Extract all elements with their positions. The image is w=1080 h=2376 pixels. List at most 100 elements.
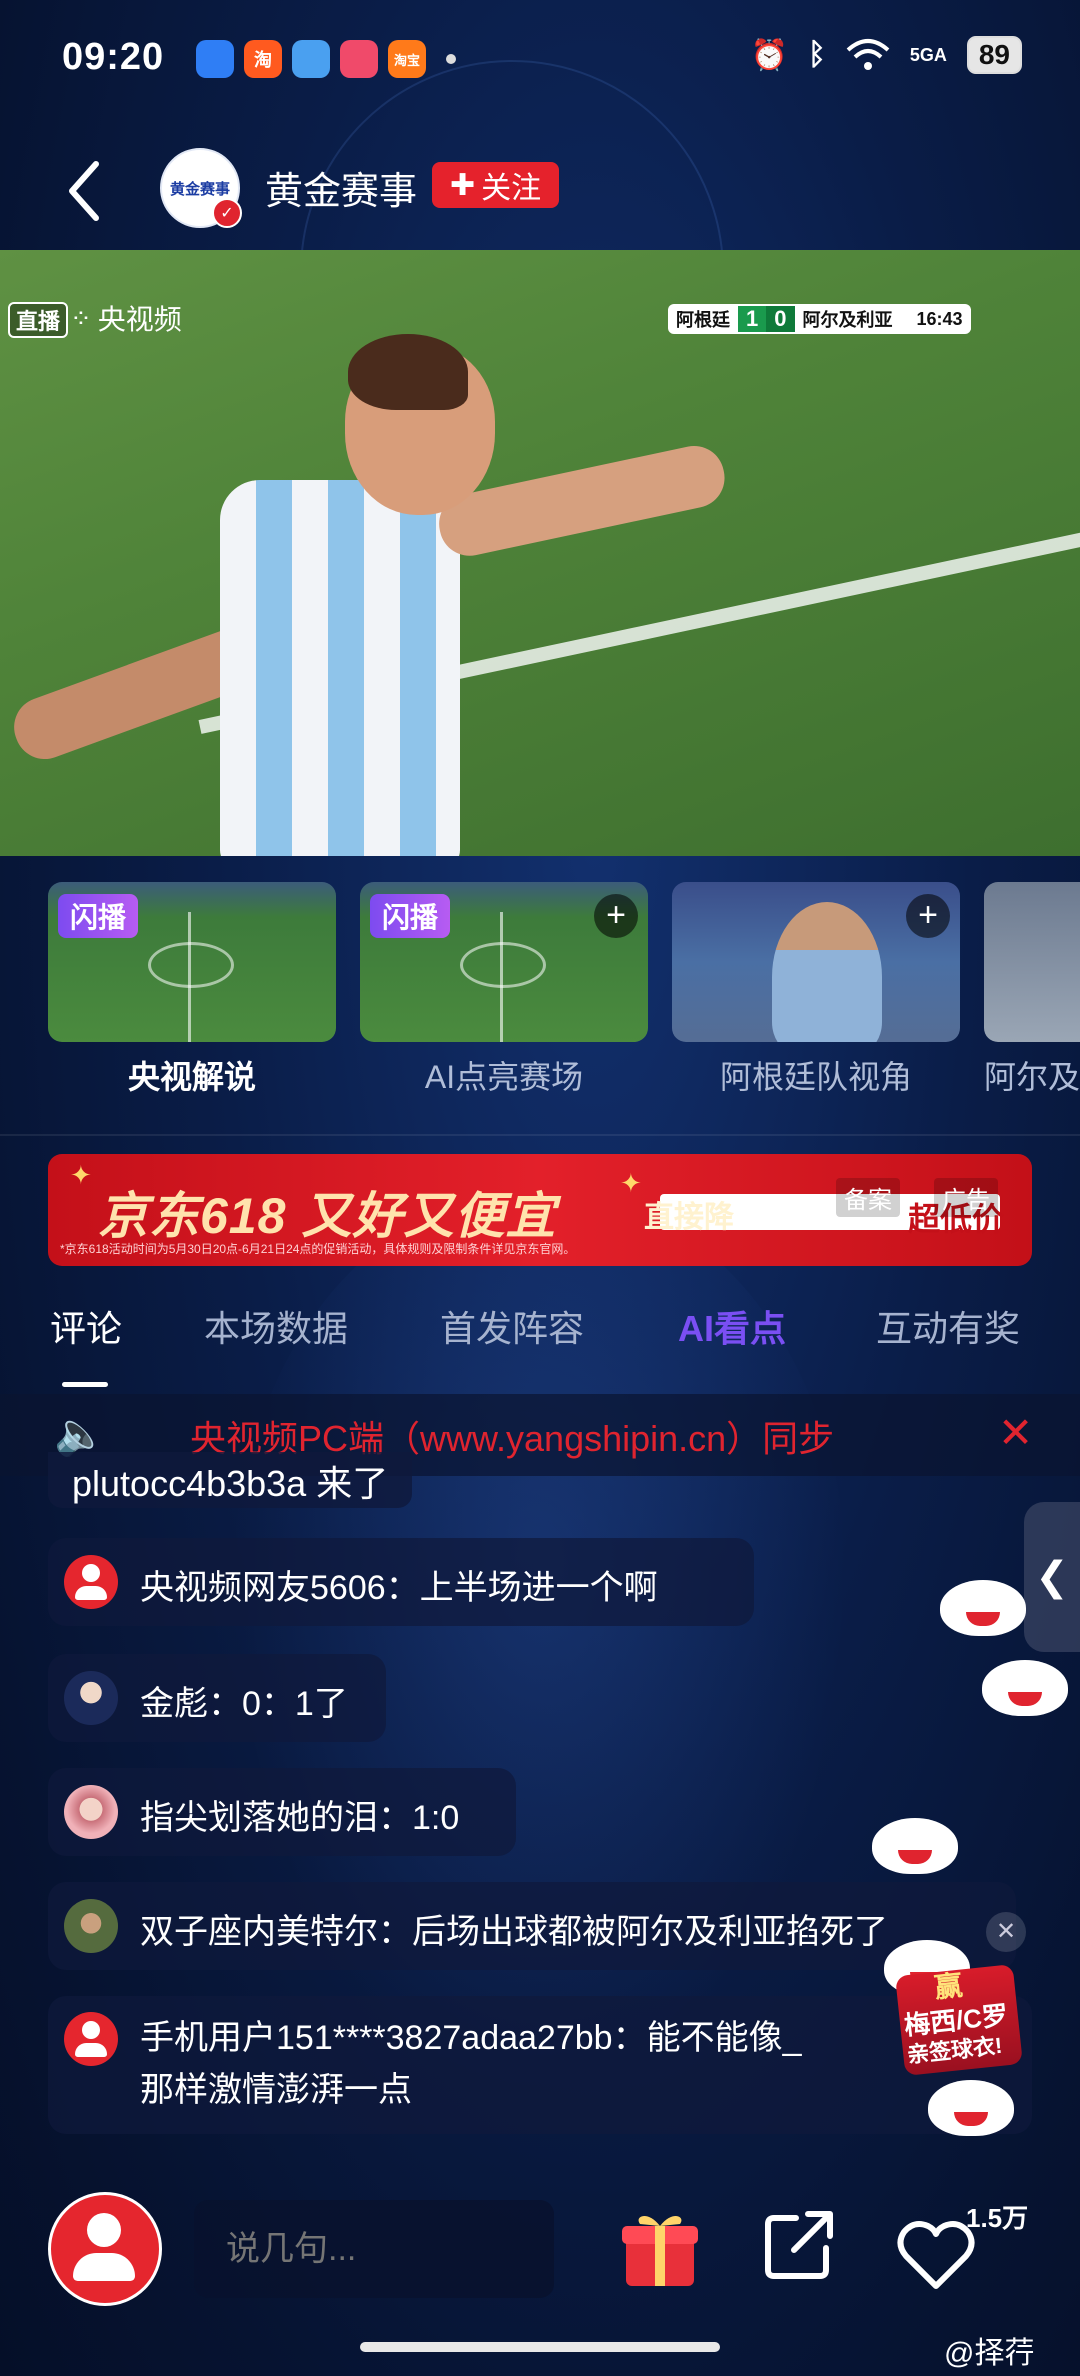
sparkle-icon: ✦ bbox=[70, 1160, 92, 1190]
close-comment-button[interactable]: ✕ bbox=[986, 1912, 1026, 1952]
heart-icon[interactable] bbox=[896, 2216, 976, 2292]
follow-label: 关注 bbox=[481, 172, 542, 205]
live-video-player[interactable]: 直播 ⁘ 央视频 阿根廷 1 0 阿尔及利亚 16:43 bbox=[0, 250, 1080, 856]
join-message: plutocc4b3b3a 来了 bbox=[48, 1452, 413, 1508]
camera-view-item[interactable]: 闪播 央视解说 bbox=[48, 882, 336, 1098]
my-avatar[interactable] bbox=[48, 2192, 162, 2306]
notification-app-icons: 淘 淘宝 bbox=[196, 40, 456, 78]
gift-icon[interactable] bbox=[618, 2208, 702, 2290]
like-count: 1.5万 bbox=[966, 2203, 1029, 2233]
person-figure bbox=[772, 902, 882, 1042]
add-view-button[interactable]: + bbox=[594, 894, 638, 938]
add-view-button[interactable]: + bbox=[906, 894, 950, 938]
comment-user: 指尖划落她的泪 bbox=[140, 1799, 378, 1837]
away-score: 0 bbox=[766, 306, 795, 332]
field-circle bbox=[460, 942, 546, 988]
camera-view-item[interactable]: 闪播 + AI点亮赛场 bbox=[360, 882, 648, 1098]
channel-header: 黄金赛事 ✓ 黄金赛事 ✚ 关注 bbox=[0, 130, 1080, 250]
comment-avatar[interactable] bbox=[64, 1785, 118, 1839]
comment-avatar[interactable] bbox=[64, 1899, 118, 1953]
plus-icon: ✚ bbox=[450, 168, 476, 202]
follow-button[interactable]: ✚ 关注 bbox=[432, 162, 560, 208]
comment-user: 手机用户151****3827adaa27bb bbox=[140, 2019, 613, 2057]
comment-text: 1:0 bbox=[412, 1799, 460, 1837]
bluetooth-icon: ᛒ bbox=[807, 38, 826, 71]
signed-jersey-promo[interactable]: 赢 梅西/C罗 亲签球衣! bbox=[895, 1964, 1023, 2076]
comment-user: 央视频网友5606 bbox=[140, 1569, 386, 1607]
camera-view-label: AI点亮赛场 bbox=[424, 1059, 584, 1095]
tab-rewards[interactable]: 互动有奖 bbox=[876, 1300, 1020, 1352]
ad-title: 京东618 又好又便宜 bbox=[98, 1188, 557, 1244]
taobao-icon: 淘 bbox=[244, 40, 282, 78]
home-score: 1 bbox=[738, 306, 767, 332]
camera-view-thumbnail: 闪播 bbox=[48, 882, 336, 1042]
close-notice-button[interactable]: ✕ bbox=[998, 1408, 1033, 1457]
comment-item[interactable]: 指尖划落她的泪：1:0 bbox=[48, 1768, 516, 1856]
comment-text-continued: 那样激情澎湃一点 bbox=[140, 2071, 412, 2109]
ad-label: 广告 bbox=[934, 1178, 998, 1217]
comment-item[interactable]: 金彪：0：1了 bbox=[48, 1654, 386, 1742]
ad-filing-label: 备案 bbox=[836, 1178, 900, 1217]
app-icon-4 bbox=[340, 40, 378, 78]
status-indicators: ⏰ ᛒ 5GA 89 bbox=[750, 36, 1022, 74]
mascot-dog-icon bbox=[928, 2080, 1014, 2136]
mascot-dog-icon bbox=[940, 1580, 1026, 1636]
content-tabs: 评论 本场数据 首发阵容 AI看点 互动有奖 bbox=[0, 1300, 1080, 1380]
comment-text: 后场出球都被阿尔及利亚掐死了 bbox=[412, 1913, 888, 1951]
live-badge: 直播 bbox=[8, 302, 69, 338]
status-time: 09:20 bbox=[62, 36, 165, 78]
comment-text: 0：1了 bbox=[242, 1685, 348, 1723]
camera-view-label: 阿根廷队视角 bbox=[719, 1059, 912, 1095]
flash-tag: 闪播 bbox=[370, 894, 451, 938]
back-button[interactable] bbox=[60, 156, 110, 226]
flash-tag: 闪播 bbox=[58, 894, 139, 938]
alarm-icon: ⏰ bbox=[750, 38, 788, 72]
camera-view-item[interactable]: 阿尔及 bbox=[984, 882, 1080, 1098]
comment-body: 双子座内美特尔：后场出球都被阿尔及利亚掐死了 bbox=[140, 1913, 888, 1951]
broadcaster-name: 央视频 bbox=[97, 304, 182, 335]
camera-view-label: 央视解说 bbox=[127, 1059, 256, 1095]
ad-cta: 直接降 bbox=[644, 1201, 734, 1234]
scoreboard: 阿根廷 1 0 阿尔及利亚 16:43 bbox=[668, 304, 971, 334]
comment-avatar[interactable] bbox=[64, 2012, 118, 2066]
camera-view-item[interactable]: + 阿根廷队视角 bbox=[672, 882, 960, 1098]
home-indicator[interactable] bbox=[360, 2342, 720, 2352]
camera-view-thumbnail: + bbox=[672, 882, 960, 1042]
expand-side-panel-button[interactable]: ❮ bbox=[1024, 1502, 1080, 1652]
more-notifications-dot bbox=[446, 54, 456, 64]
camera-view-thumbnail: 闪播 + bbox=[360, 882, 648, 1042]
tab-lineup[interactable]: 首发阵容 bbox=[440, 1300, 584, 1352]
app-icon-3 bbox=[292, 40, 330, 78]
comment-input[interactable] bbox=[194, 2200, 554, 2298]
camera-view-label: 阿尔及 bbox=[984, 1059, 1080, 1095]
tab-match-stats[interactable]: 本场数据 bbox=[204, 1300, 348, 1352]
broadcaster-logo: ⁘ 央视频 bbox=[70, 298, 182, 338]
camera-view-thumbnail bbox=[984, 882, 1080, 1042]
home-team: 阿根廷 bbox=[676, 310, 730, 330]
comment-item[interactable]: 央视频网友5606：上半场进一个啊 bbox=[48, 1538, 754, 1626]
comment-avatar[interactable] bbox=[64, 1671, 118, 1725]
app-icon-1 bbox=[196, 40, 234, 78]
camera-view-list: 闪播 央视解说 闪播 + AI点亮赛场 + 阿根廷队视角 阿尔及 bbox=[0, 880, 1080, 1110]
comment-item[interactable]: 双子座内美特尔：后场出球都被阿尔及利亚掐死了 bbox=[48, 1882, 1016, 1970]
comment-text: 上半场进一个啊 bbox=[419, 1569, 658, 1607]
jd-ad-banner[interactable]: ✦ ✦ 京东618 又好又便宜 直接降 超低价 备案 广告 *京东618活动时间… bbox=[48, 1154, 1032, 1266]
ad-fine-print: *京东618活动时间为5月30日20点-6月21日24点的促销活动，具体规则及限… bbox=[60, 1242, 576, 1256]
channel-name[interactable]: 黄金赛事 bbox=[265, 160, 417, 215]
mascot-dog-icon bbox=[982, 1660, 1068, 1716]
comment-avatar[interactable] bbox=[64, 1555, 118, 1609]
share-icon[interactable] bbox=[756, 2204, 840, 2288]
tab-comments[interactable]: 评论 bbox=[50, 1300, 122, 1352]
comment-body: 金彪：0：1了 bbox=[140, 1685, 348, 1723]
network-type: 5GA bbox=[909, 44, 947, 65]
comment-item[interactable]: 手机用户151****3827adaa27bb：能不能像_ 那样激情澎湃一点 bbox=[48, 1996, 1032, 2134]
comment-user: 双子座内美特尔 bbox=[140, 1913, 378, 1951]
comment-text: 能不能像_ bbox=[646, 2019, 802, 2057]
status-bar: 09:20 淘 淘宝 ⏰ ᛒ 5GA 89 bbox=[0, 0, 1080, 120]
active-tab-indicator bbox=[62, 1382, 108, 1387]
tab-ai-highlights[interactable]: AI看点 bbox=[678, 1300, 786, 1352]
field-circle bbox=[148, 942, 234, 988]
comment-body: 指尖划落她的泪：1:0 bbox=[140, 1799, 460, 1837]
verified-badge-icon: ✓ bbox=[212, 198, 242, 228]
mascot-dog-icon bbox=[872, 1818, 958, 1874]
